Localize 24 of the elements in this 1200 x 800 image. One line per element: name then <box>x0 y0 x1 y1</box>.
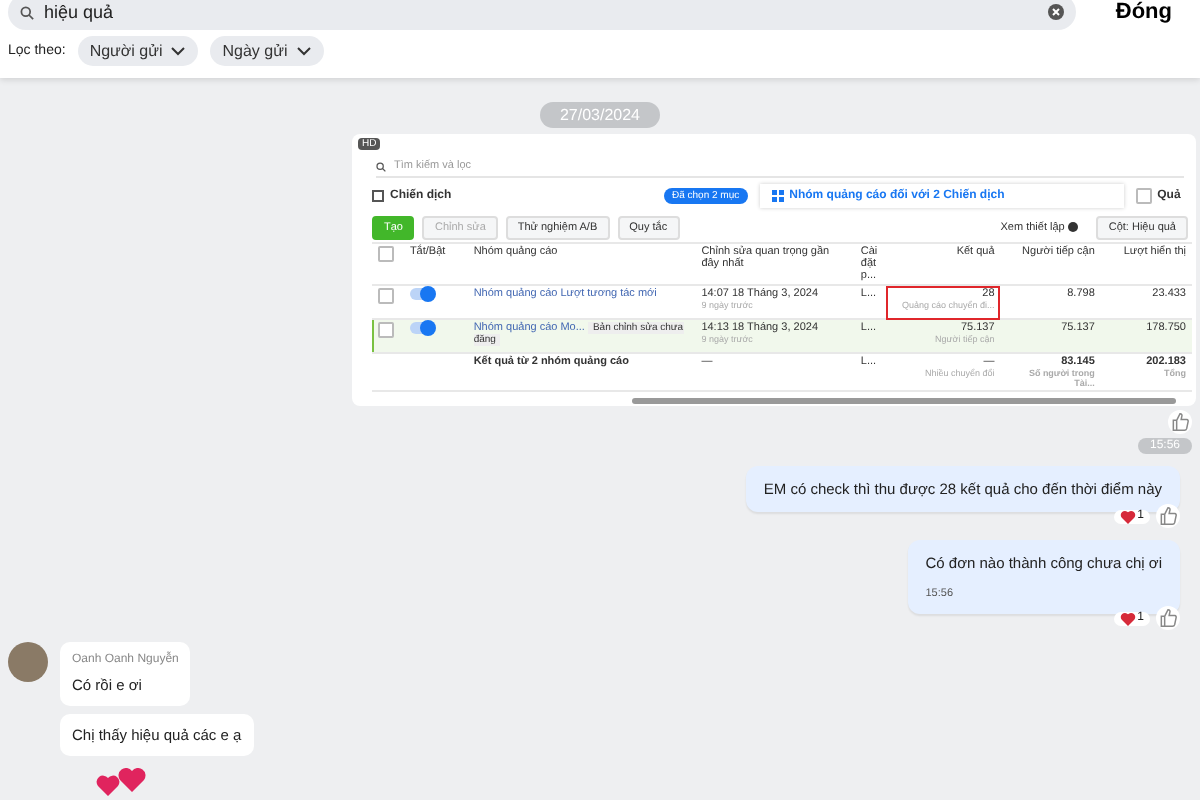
grid-icon <box>771 189 784 201</box>
thumbs-up-icon[interactable] <box>1170 412 1190 432</box>
toggle-switch[interactable] <box>409 288 434 300</box>
scrollbar[interactable] <box>632 398 1176 404</box>
clear-icon[interactable] <box>1047 4 1064 20</box>
chevron-down-icon <box>170 46 187 56</box>
row-checkbox[interactable] <box>378 322 394 338</box>
thumbs-up-icon[interactable] <box>1158 608 1178 628</box>
search-icon <box>20 5 34 19</box>
chevron-down-icon <box>295 46 312 56</box>
toggle-switch[interactable] <box>409 322 434 334</box>
close-button[interactable]: Đóng <box>1107 0 1180 24</box>
search-icon <box>376 161 386 171</box>
heart-icon <box>1119 611 1136 625</box>
heart-icon <box>1119 509 1136 523</box>
hearts-sticker <box>96 768 148 796</box>
filter-dropdown[interactable]: Người gửi <box>77 36 199 66</box>
row-checkbox[interactable] <box>378 288 394 304</box>
search-field[interactable]: hiệu quả <box>8 0 1076 30</box>
avatar[interactable] <box>8 642 48 682</box>
shared-screenshot[interactable] <box>352 134 1196 406</box>
thumbs-up-icon[interactable] <box>1158 506 1178 526</box>
filter-dropdown[interactable]: Ngày gửi <box>210 36 324 66</box>
date-divider: 27/03/2024 <box>539 102 661 128</box>
